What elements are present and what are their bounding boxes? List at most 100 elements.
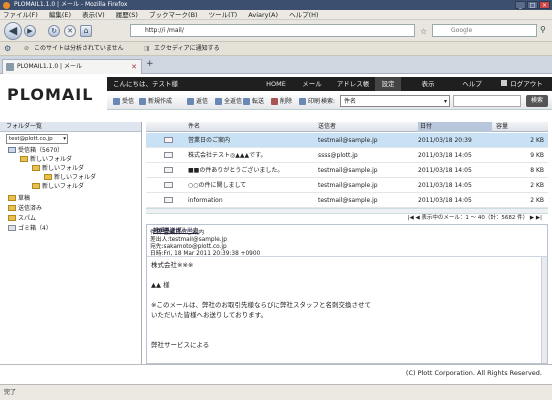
navigation-toolbar: ◀ ▶ ↻ ✕ ⌂ http://i /mail/ ☆ Google ⚲ — [0, 20, 552, 42]
gear-icon[interactable]: ⚙ — [4, 42, 11, 56]
delete-label: 削除 — [280, 98, 293, 105]
mail-row[interactable]: 株式会社テスト◎▲▲▲です。 ssss@plott.jp 2011/03/18 … — [146, 148, 548, 163]
mail-sender: testmail@sample.jp — [318, 167, 378, 174]
back-button[interactable]: ◀ — [4, 22, 22, 40]
envelope-icon — [164, 163, 173, 178]
folder-inbox[interactable]: 受信箱（5670） — [8, 147, 63, 155]
forward-mail-button[interactable]: 転送 — [243, 96, 264, 107]
search-field-select[interactable]: 件名 ▾ — [340, 95, 450, 107]
url-bar[interactable]: http://i /mail/ — [130, 24, 415, 37]
nav-logout[interactable]: ログアウト — [495, 77, 549, 91]
app-logo[interactable]: PLOMAIL — [7, 85, 93, 104]
menu-tools[interactable]: ツール(T) — [209, 11, 238, 19]
tab-close-icon[interactable]: ✕ — [131, 60, 137, 74]
nav-mail[interactable]: メール — [299, 77, 325, 91]
folder-icon — [8, 205, 16, 211]
mail-date: 2011/03/18 14:05 — [418, 197, 472, 204]
stop-icon[interactable]: ✕ — [64, 25, 76, 37]
receive-button[interactable]: 受信 — [113, 96, 134, 107]
preview-scrollbar[interactable] — [541, 257, 547, 363]
compose-button[interactable]: 新規作成 — [139, 96, 172, 107]
compose-label: 新規作成 — [148, 98, 173, 105]
body-line: 弊社サービスによる — [151, 341, 210, 349]
app-footer: (C) Plott Corporation. All Rights Reserv… — [0, 364, 552, 380]
envelope-icon — [164, 193, 173, 208]
mail-row[interactable]: 営業日のご案内 testmail@sample.jp 2011/03/18 20… — [146, 133, 548, 148]
folder-new-2[interactable]: 新しいフォルダ — [32, 165, 84, 173]
menu-file[interactable]: ファイル(F) — [3, 11, 38, 19]
first-page-icon[interactable]: |◀ — [408, 215, 414, 221]
nav-settings[interactable]: 設定 — [375, 77, 401, 91]
delete-button[interactable]: 削除 — [271, 96, 292, 107]
delete-icon — [271, 98, 278, 105]
search-button[interactable]: 検索 — [526, 95, 548, 107]
site-notification[interactable]: このサイトは分析されていません — [34, 42, 124, 56]
column-subject[interactable]: 件名 — [188, 122, 200, 132]
column-date[interactable]: 日付 — [418, 122, 492, 132]
share-icon: ◨ — [144, 45, 150, 52]
menu-aviary[interactable]: Aviary(A) — [248, 11, 278, 19]
mail-row[interactable]: ○○の件に関しまして testmail@sample.jp 2011/03/18… — [146, 178, 548, 193]
folder-pane: フォルダ一覧 test@plott.co.jp ▾ 受信箱（5670） 新しいフォ… — [0, 122, 142, 364]
mail-row[interactable]: ■■の件ありがとうございました。 testmail@sample.jp 2011… — [146, 163, 548, 178]
mail-date: 2011/03/18 20:39 — [418, 137, 472, 144]
folder-drafts[interactable]: 草稿 — [8, 195, 30, 203]
close-button[interactable]: × — [539, 1, 550, 9]
mail-row[interactable]: information testmail@sample.jp 2011/03/1… — [146, 193, 548, 208]
folder-new-1[interactable]: 新しいフォルダ — [20, 156, 72, 164]
bookmark-star-icon[interactable]: ☆ — [420, 27, 427, 36]
folder-new-4[interactable]: 新しいフォルダ — [32, 183, 84, 191]
folder-spam[interactable]: スパム — [8, 215, 36, 223]
menu-history[interactable]: 履歴(S) — [116, 11, 138, 19]
nav-home[interactable]: HOME — [262, 77, 290, 91]
preview-body: 株式会社※※※ ▲▲ 様 ※このメールは、弊社のお取引先様ならびに弊社スタッフと… — [147, 257, 541, 363]
mail-size: 8 KB — [530, 167, 544, 174]
column-size[interactable]: 容量 — [496, 122, 508, 132]
column-sender[interactable]: 送信者 — [318, 122, 336, 132]
compose-icon — [139, 98, 146, 105]
folder-label: 新しいフォルダ — [42, 183, 85, 190]
window-titlebar: PLOMAIL1.1.0 | メール - Mozilla Firefox _ □… — [0, 0, 552, 10]
receive-icon — [113, 98, 120, 105]
new-tab-icon[interactable]: + — [146, 59, 154, 69]
home-icon[interactable]: ⌂ — [80, 25, 92, 37]
folder-trash[interactable]: ゴミ箱（4） — [8, 225, 52, 233]
search-engine-label: Google — [451, 27, 473, 34]
mail-date: 2011/03/18 14:05 — [418, 182, 472, 189]
menu-bookmarks[interactable]: ブックマーク(B) — [149, 11, 198, 19]
folder-new-3[interactable]: 新しいフォルダ — [44, 174, 96, 182]
last-page-icon[interactable]: ▶| — [536, 215, 542, 221]
mail-subject: 営業日のご案内 — [188, 137, 231, 144]
search-go-icon[interactable]: ⚲ — [540, 25, 546, 34]
menu-view[interactable]: 表示(V) — [82, 11, 105, 19]
folder-icon — [8, 195, 16, 201]
extension-button[interactable]: エクセディアに通知する — [154, 42, 220, 56]
reply-all-button[interactable]: 全返信 — [215, 96, 242, 107]
maximize-button[interactable]: □ — [527, 1, 538, 9]
folder-sent[interactable]: 送信済み — [8, 205, 42, 213]
pager-text: 表示中のメール：1 〜 40（計：5682 件） — [421, 215, 529, 221]
minimize-button[interactable]: _ — [515, 1, 526, 9]
reload-icon[interactable]: ↻ — [48, 25, 60, 37]
window-title: PLOMAIL1.1.0 | メール - Mozilla Firefox — [14, 1, 128, 8]
eml-resend-link[interactable]: eml再送信 — [153, 228, 181, 234]
forward-label: 転送 — [252, 98, 265, 105]
web-search-input[interactable]: Google — [432, 24, 537, 37]
nav-view[interactable]: 表示 — [415, 77, 441, 91]
print-button[interactable]: 印刷 — [299, 96, 320, 107]
reply-button[interactable]: 返信 — [187, 96, 208, 107]
search-input[interactable] — [453, 95, 521, 107]
forward-button[interactable]: ▶ — [24, 25, 36, 37]
prev-page-icon[interactable]: ◀ — [415, 215, 419, 221]
folder-label: 送信済み — [18, 205, 43, 212]
next-page-icon[interactable]: ▶ — [530, 215, 534, 221]
account-select[interactable]: test@plott.co.jp ▾ — [6, 134, 68, 144]
menu-edit[interactable]: 編集(E) — [49, 11, 71, 19]
info-icon: ⊘ — [24, 45, 30, 52]
nav-help[interactable]: ヘルプ — [457, 77, 487, 91]
nav-addressbook[interactable]: アドレス帳 — [333, 77, 373, 91]
folder-icon — [32, 183, 40, 189]
tab-plomail[interactable]: PLOMAIL1.1.0 | メール ✕ — [2, 59, 142, 74]
folder-icon — [20, 156, 28, 162]
menu-help[interactable]: ヘルプ(H) — [289, 11, 318, 19]
